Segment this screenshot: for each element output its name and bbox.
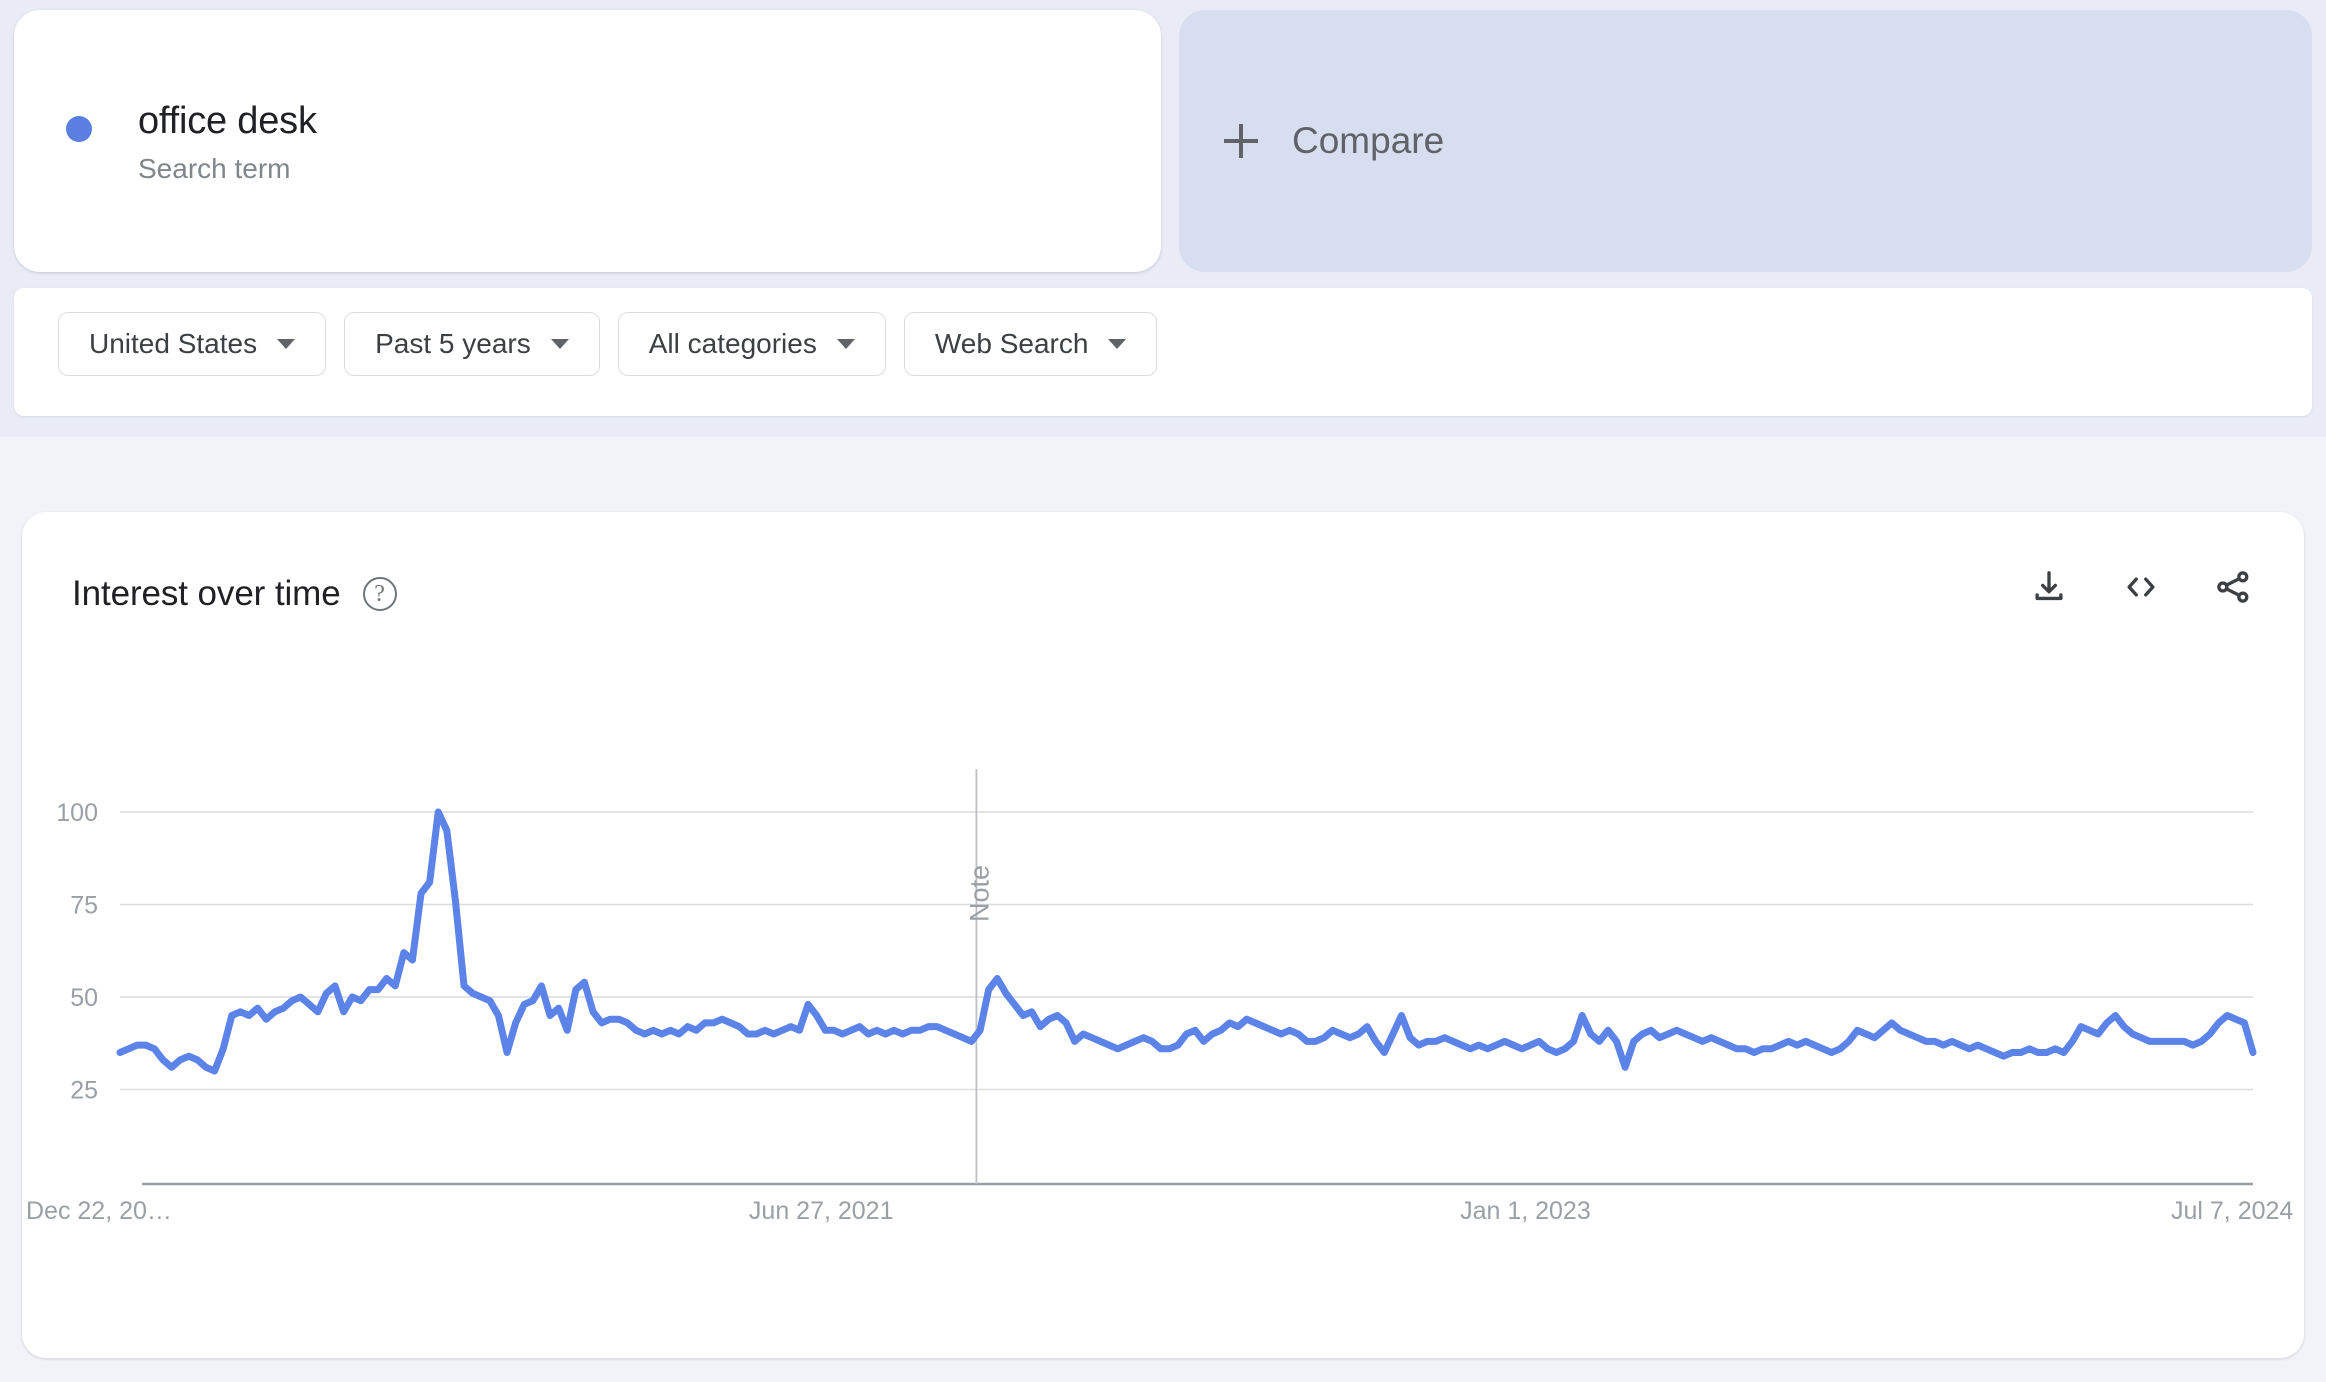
interest-over-time-card: Interest over time ? 25 50 75 100 Dec 22, 2… <box>22 512 2304 1358</box>
filter-bar: United States Past 5 years All categorie… <box>14 288 2312 416</box>
filter-category[interactable]: All categories <box>617 312 886 376</box>
search-term-type: Search term <box>138 153 291 184</box>
svg-text:25: 25 <box>70 1077 98 1105</box>
filter-time-range-label: Past 5 years <box>375 328 531 359</box>
svg-text:Jul 7, 2024: Jul 7, 2024 <box>2171 1197 2293 1225</box>
chevron-down-icon <box>550 339 569 349</box>
filter-category-label: All categories <box>648 328 817 359</box>
filter-location[interactable]: United States <box>58 312 327 376</box>
search-term-content: office desk Search term <box>66 98 317 188</box>
interest-over-time-chart: 25 50 75 100 Dec 22, 20… Jun 27, 2021 Jan 1, … <box>22 512 2304 1358</box>
search-term-label: office desk <box>138 100 317 142</box>
filter-location-label: United States <box>89 328 258 359</box>
chart-y-axis-labels: 25 50 75 100 <box>56 799 98 1105</box>
svg-text:Note: Note <box>964 865 994 922</box>
chart-svg: 25 50 75 100 Dec 22, 20… Jun 27, 2021 Jan 1, … <box>26 769 2293 1225</box>
svg-text:75: 75 <box>70 892 98 920</box>
compare-content: Compare <box>1224 119 1444 163</box>
chart-note-annotation: Note <box>964 865 994 922</box>
svg-text:Dec 22, 20…: Dec 22, 20… <box>26 1197 172 1225</box>
search-term-row: office desk Search term Compare <box>0 10 2326 272</box>
chevron-down-icon <box>277 339 296 349</box>
search-term-text: office desk Search term <box>138 98 317 188</box>
chevron-down-icon <box>836 339 855 349</box>
compare-label: Compare <box>1292 120 1445 161</box>
svg-text:50: 50 <box>70 984 98 1012</box>
chart-series-line <box>116 808 2257 1075</box>
series-color-dot <box>66 116 94 144</box>
plus-icon <box>1224 124 1258 158</box>
filter-time-range[interactable]: Past 5 years <box>344 312 600 376</box>
filter-search-type[interactable]: Web Search <box>903 312 1158 376</box>
search-term-card[interactable]: office desk Search term <box>14 10 1161 272</box>
chevron-down-icon <box>1108 339 1127 349</box>
filter-search-type-label: Web Search <box>934 328 1089 359</box>
compare-card[interactable]: Compare <box>1179 10 2312 272</box>
chart-gridlines <box>120 811 2253 1091</box>
chart-x-axis-labels: Dec 22, 20… Jun 27, 2021 Jan 1, 2023 Jul 7,… <box>26 1197 2293 1225</box>
filter-list: United States Past 5 years All categorie… <box>58 312 1158 376</box>
svg-text:100: 100 <box>56 799 98 827</box>
svg-text:Jun 27, 2021: Jun 27, 2021 <box>749 1197 894 1225</box>
svg-text:Jan 1, 2023: Jan 1, 2023 <box>1460 1197 1591 1225</box>
